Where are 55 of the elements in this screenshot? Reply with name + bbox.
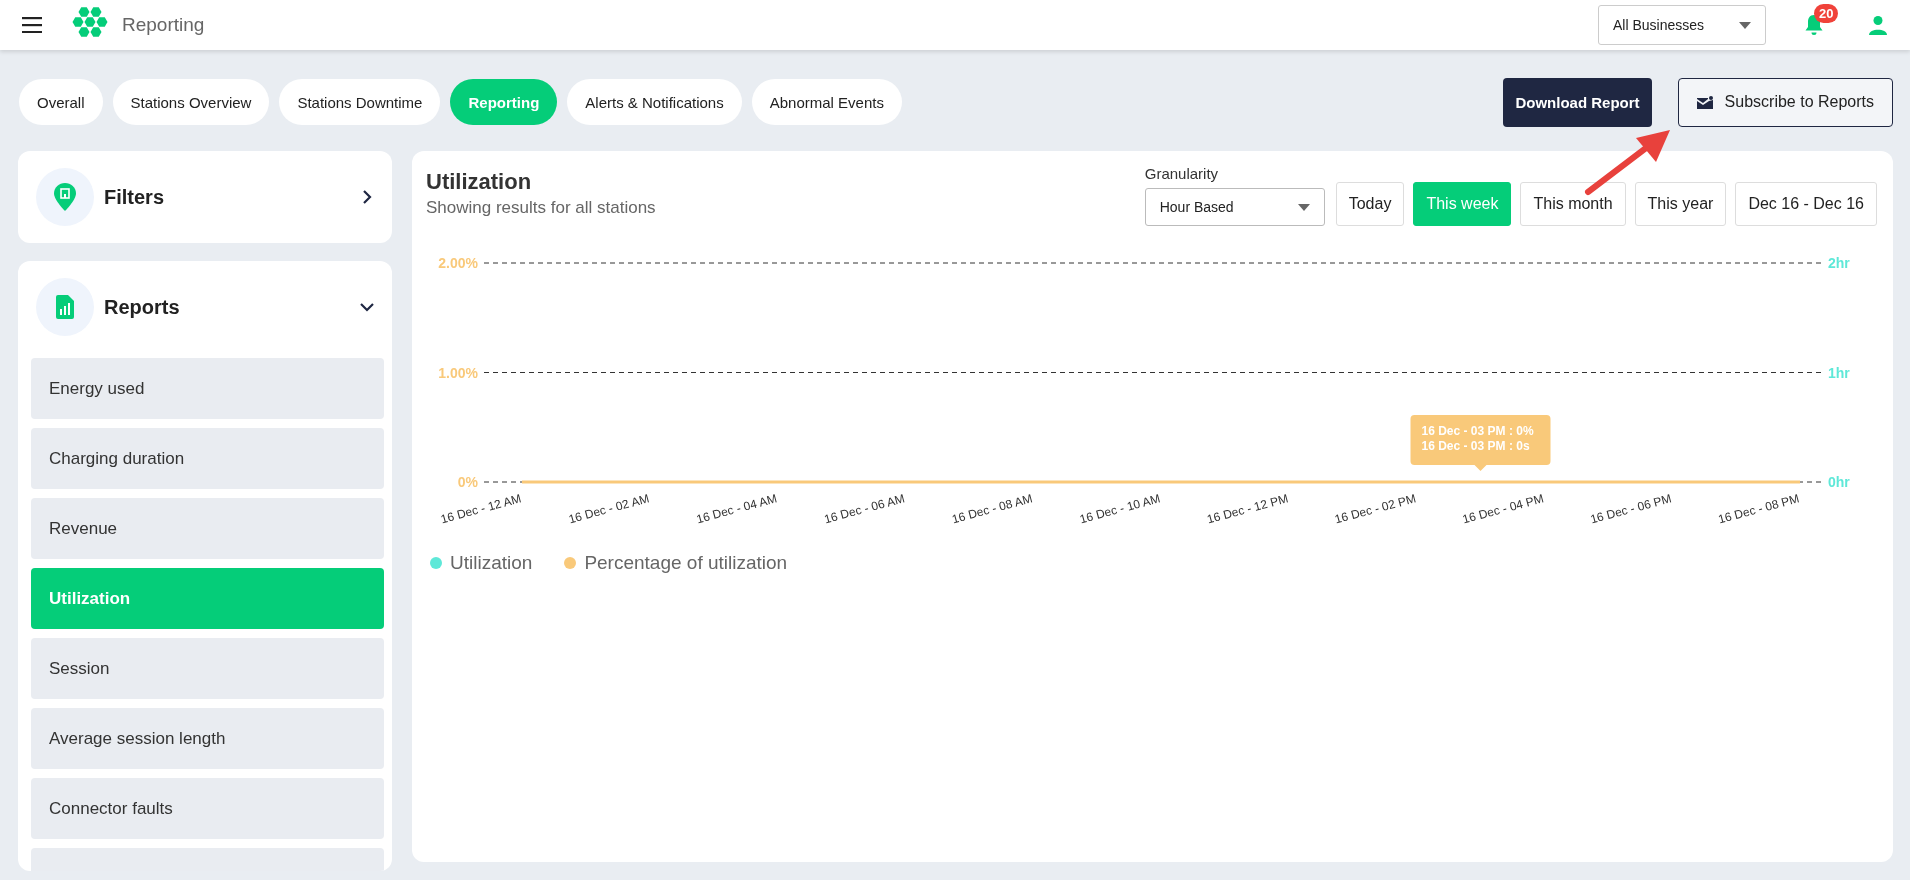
granularity-label: Granularity	[1144, 165, 1220, 182]
axis-tick-label: 0hr	[1828, 474, 1850, 490]
nav-tab[interactable]: Alerts & Notifications	[567, 79, 742, 125]
chevron-icon[interactable]	[359, 302, 375, 312]
legend-label[interactable]: Percentage of utilization	[584, 552, 788, 574]
caret-icon	[1297, 203, 1310, 211]
tooltip-text: 16 Dec - 03 PM : 0s	[1421, 439, 1530, 453]
download-report-button[interactable]: Download Report	[1503, 77, 1652, 127]
axis-tick-label: 16 Dec - 04 PM	[1461, 491, 1546, 527]
chart-title: Utilization	[426, 169, 533, 195]
mail-icon	[1696, 95, 1713, 109]
axis-tick-label: 0%	[457, 474, 478, 490]
axis-tick-label: 16 Dec - 10 AM	[1078, 491, 1162, 527]
axis-tick-label: 2.00%	[438, 255, 478, 271]
report-menu-item[interactable]: Average session length	[31, 708, 384, 769]
report-menu-item[interactable]: Connector faults	[31, 778, 384, 839]
nav-tab[interactable]: Abnormal Events	[751, 79, 902, 125]
page-title: Reporting	[122, 14, 205, 36]
caret-icon	[1739, 21, 1751, 29]
nav-tab[interactable]: Stations Downtime	[279, 79, 441, 125]
nav-tab[interactable]: Stations Overview	[112, 79, 270, 125]
axis-tick-label: 16 Dec - 06 AM	[822, 491, 907, 527]
tooltip-text: 16 Dec - 03 PM : 0%	[1421, 424, 1534, 438]
report-menu-item[interactable]: Session	[31, 638, 384, 699]
legend-label[interactable]: Utilization	[450, 552, 533, 574]
axis-tick-label: 16 Dec - 12 AM	[439, 491, 523, 527]
axis-tick-label: 16 Dec - 08 AM	[950, 491, 1034, 527]
axis-tick-label: 16 Dec - 02 PM	[1333, 491, 1418, 527]
date-range-button[interactable]: This month	[1520, 182, 1626, 226]
report-file-icon	[56, 295, 74, 319]
reports-title: Reports	[104, 295, 180, 319]
date-range-button[interactable]: Today	[1335, 182, 1405, 226]
date-range-button[interactable]: This year	[1634, 182, 1727, 226]
report-menu-item[interactable]: Revenue	[31, 498, 384, 559]
axis-tick-label: 16 Dec - 04 AM	[694, 491, 779, 527]
report-menu-item[interactable]: Charging duration	[31, 428, 384, 489]
axis-tick-label: 2hr	[1828, 255, 1850, 271]
axis-tick-label: 1hr	[1828, 364, 1850, 381]
date-range-button[interactable]: Dec 16 - Dec 16	[1735, 182, 1877, 226]
notification-count: 20	[1814, 4, 1839, 23]
menu-icon[interactable]	[22, 17, 42, 33]
filters-title: Filters	[104, 185, 165, 209]
chart-subtitle: Showing results for all stations	[426, 198, 656, 218]
chevron-icon[interactable]	[362, 189, 372, 205]
business-select[interactable]: All Businesses	[1598, 5, 1766, 45]
nav-tab[interactable]: Overall	[19, 79, 103, 125]
axis-tick-label: 1.00%	[438, 364, 478, 381]
report-menu-item[interactable]: Energy used	[31, 358, 384, 419]
map-pin-icon	[54, 183, 76, 211]
granularity-select[interactable]: Hour Based	[1144, 188, 1325, 226]
axis-tick-label: 16 Dec - 08 PM	[1716, 491, 1801, 527]
axis-tick-label: 16 Dec - 12 PM	[1205, 491, 1290, 527]
subscribe-button[interactable]: Subscribe to Reports	[1677, 77, 1893, 127]
axis-tick-label: 16 Dec - 06 PM	[1588, 491, 1673, 527]
axis-tick-label: 16 Dec - 02 AM	[567, 491, 651, 527]
